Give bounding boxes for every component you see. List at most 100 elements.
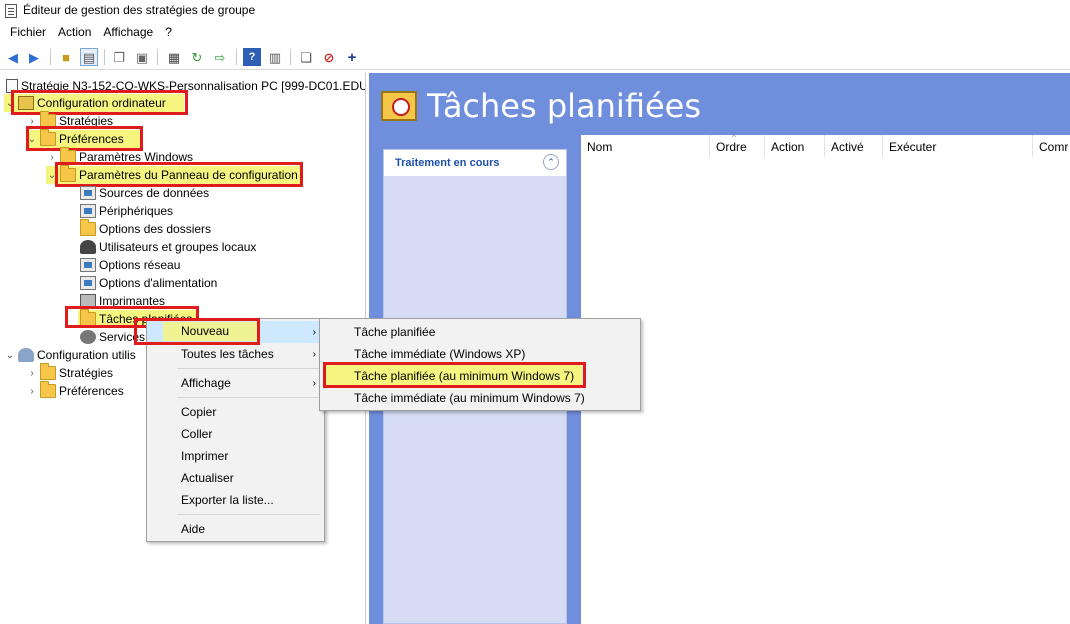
- tree-item-power-options[interactable]: Options d'alimentation: [78, 274, 217, 292]
- submenu-arrow-icon: ›: [312, 377, 316, 389]
- chevron-right-icon[interactable]: ›: [26, 386, 38, 397]
- toolbar-separator: [157, 49, 158, 65]
- menu-item-nouveau-label: Nouveau: [181, 324, 230, 338]
- column-header-ordre[interactable]: Ordre: [710, 135, 765, 157]
- submenu-item-immediate-task-xp[interactable]: Tâche immédiate (Windows XP): [320, 343, 640, 365]
- column-header-active[interactable]: Activé: [825, 135, 883, 157]
- tree-control-panel-settings[interactable]: ⌄ Paramètres du Panneau de configuration: [46, 165, 300, 184]
- print-icon[interactable]: ▦: [165, 48, 183, 66]
- chevron-right-icon[interactable]: ›: [26, 116, 38, 127]
- scheduled-tasks-large-icon: [381, 91, 417, 121]
- menu-separator: [177, 514, 320, 515]
- menu-item-coller[interactable]: Coller: [147, 423, 324, 445]
- paste-icon[interactable]: ▣: [133, 48, 151, 66]
- menu-help[interactable]: ?: [159, 22, 178, 43]
- menu-separator: [177, 368, 320, 369]
- submenu-item-scheduled-task[interactable]: Tâche planifiée: [320, 321, 640, 343]
- submenu-item-immediate-task-win7[interactable]: Tâche immédiate (au minimum Windows 7): [320, 387, 640, 409]
- menu-item-exporter-la-liste[interactable]: Exporter la liste...: [147, 489, 324, 511]
- tree-user-config[interactable]: ⌄ Configuration utilis: [4, 346, 136, 364]
- printer-icon: [80, 294, 96, 308]
- column-header-action[interactable]: Action: [765, 135, 825, 157]
- folder-icon: [40, 111, 56, 128]
- result-header: Tâches planifiées: [369, 73, 1070, 135]
- tree-item-local-users-groups[interactable]: Utilisateurs et groupes locaux: [78, 238, 256, 256]
- tree-computer-config[interactable]: ⌄ Configuration ordinateur: [4, 94, 184, 112]
- scheduled-tasks-icon: [80, 309, 96, 326]
- folder-options-icon: [80, 219, 96, 236]
- menu-separator: [177, 397, 320, 398]
- tree-user-strategies[interactable]: › Stratégies: [26, 363, 113, 382]
- menu-bar: Fichier Action Affichage ?: [0, 22, 1070, 43]
- tree-item-devices[interactable]: Périphériques: [78, 202, 173, 220]
- tree-preferences[interactable]: ⌄ Préférences: [26, 129, 140, 148]
- up-folder-icon[interactable]: ■: [57, 48, 75, 66]
- tree-item-network-options[interactable]: Options réseau: [78, 256, 180, 274]
- help-icon[interactable]: ?: [243, 48, 261, 66]
- tree-item-data-sources[interactable]: Sources de données: [78, 184, 209, 202]
- processing-panel-title: Traitement en cours: [395, 157, 500, 169]
- refresh-icon[interactable]: ↻: [188, 48, 206, 66]
- tree-root[interactable]: Stratégie N3-152-CO-WKS-Personnalisation…: [4, 77, 365, 95]
- menu-action[interactable]: Action: [52, 22, 97, 43]
- show-hide-tree-icon[interactable]: ▤: [80, 48, 98, 66]
- power-options-icon: [80, 276, 96, 290]
- chevron-right-icon[interactable]: ›: [46, 152, 58, 163]
- folder-icon: [60, 147, 76, 164]
- services-gear-icon: [80, 330, 96, 344]
- submenu-arrow-icon: ›: [312, 326, 316, 338]
- delete-icon[interactable]: ⊘: [320, 48, 338, 66]
- menu-fichier[interactable]: Fichier: [4, 22, 52, 43]
- menu-affichage[interactable]: Affichage: [97, 22, 159, 43]
- tree-user-preferences[interactable]: › Préférences: [26, 381, 124, 400]
- forward-arrow-icon[interactable]: ▶: [25, 48, 43, 66]
- toolbar-separator: [50, 49, 51, 65]
- collapse-chevron-icon[interactable]: ⌃: [543, 154, 559, 170]
- toolbar-separator: [236, 49, 237, 65]
- control-panel-folder-icon: [60, 165, 76, 182]
- menu-item-aide[interactable]: Aide: [147, 518, 324, 540]
- devices-icon: [80, 204, 96, 218]
- toolbar-separator: [104, 49, 105, 65]
- column-header-executer[interactable]: Exécuter: [883, 135, 1033, 157]
- title-bar: Éditeur de gestion des stratégies de gro…: [0, 0, 1070, 22]
- submenu-arrow-icon: ›: [312, 348, 316, 360]
- tree-item-services[interactable]: Services: [78, 328, 145, 346]
- menu-item-toutes-les-taches[interactable]: Toutes les tâches ›: [147, 343, 324, 365]
- folder-icon: [40, 363, 56, 380]
- gpo-editor-icon: [5, 4, 17, 18]
- toolbar: ◀ ▶ ■ ▤ ❐ ▣ ▦ ↻ ⇨ ? ▥ ❏ ⊘ +: [0, 44, 1070, 70]
- menu-item-copier[interactable]: Copier: [147, 401, 324, 423]
- menu-item-affichage[interactable]: Affichage ›: [147, 372, 324, 394]
- submenu-item-scheduled-task-win7[interactable]: Tâche planifiée (au minimum Windows 7): [326, 365, 582, 387]
- window-title: Éditeur de gestion des stratégies de gro…: [23, 3, 256, 17]
- add-icon[interactable]: +: [343, 48, 361, 66]
- new-item-submenu: Tâche planifiée Tâche immédiate (Windows…: [319, 318, 641, 411]
- chevron-down-icon[interactable]: ⌄: [4, 98, 16, 109]
- menu-item-imprimer[interactable]: Imprimer: [147, 445, 324, 467]
- folder-icon: [40, 129, 56, 146]
- column-header-commentaire[interactable]: Comr: [1033, 135, 1070, 157]
- user-config-icon: [18, 348, 34, 362]
- chevron-down-icon[interactable]: ⌄: [26, 134, 38, 145]
- export-icon[interactable]: ⇨: [211, 48, 229, 66]
- chevron-down-icon[interactable]: ⌄: [4, 350, 16, 361]
- back-arrow-icon[interactable]: ◀: [4, 48, 22, 66]
- menu-item-nouveau[interactable]: Nouveau ›: [147, 321, 324, 343]
- tasks-list: ^ Nom Ordre Action Activé Exécuter Comr: [581, 133, 1070, 624]
- properties-icon[interactable]: ▥: [266, 48, 284, 66]
- tree-windows-settings[interactable]: › Paramètres Windows: [46, 147, 193, 166]
- toolbar-separator: [290, 49, 291, 65]
- chevron-down-icon[interactable]: ⌄: [46, 170, 58, 181]
- chevron-right-icon[interactable]: ›: [26, 368, 38, 379]
- tree-item-printers[interactable]: Imprimantes: [78, 292, 165, 310]
- column-header-nom[interactable]: Nom: [581, 135, 710, 157]
- context-menu: Nouveau › Toutes les tâches › Affichage …: [146, 318, 325, 542]
- tree-strategies[interactable]: › Stratégies: [26, 111, 113, 130]
- processing-panel-header: Traitement en cours ⌃: [384, 150, 566, 176]
- new-item-icon[interactable]: ❏: [297, 48, 315, 66]
- folder-icon: [40, 381, 56, 398]
- copy-icon[interactable]: ❐: [110, 48, 128, 66]
- tree-item-folder-options[interactable]: Options des dossiers: [78, 219, 211, 238]
- menu-item-actualiser[interactable]: Actualiser: [147, 467, 324, 489]
